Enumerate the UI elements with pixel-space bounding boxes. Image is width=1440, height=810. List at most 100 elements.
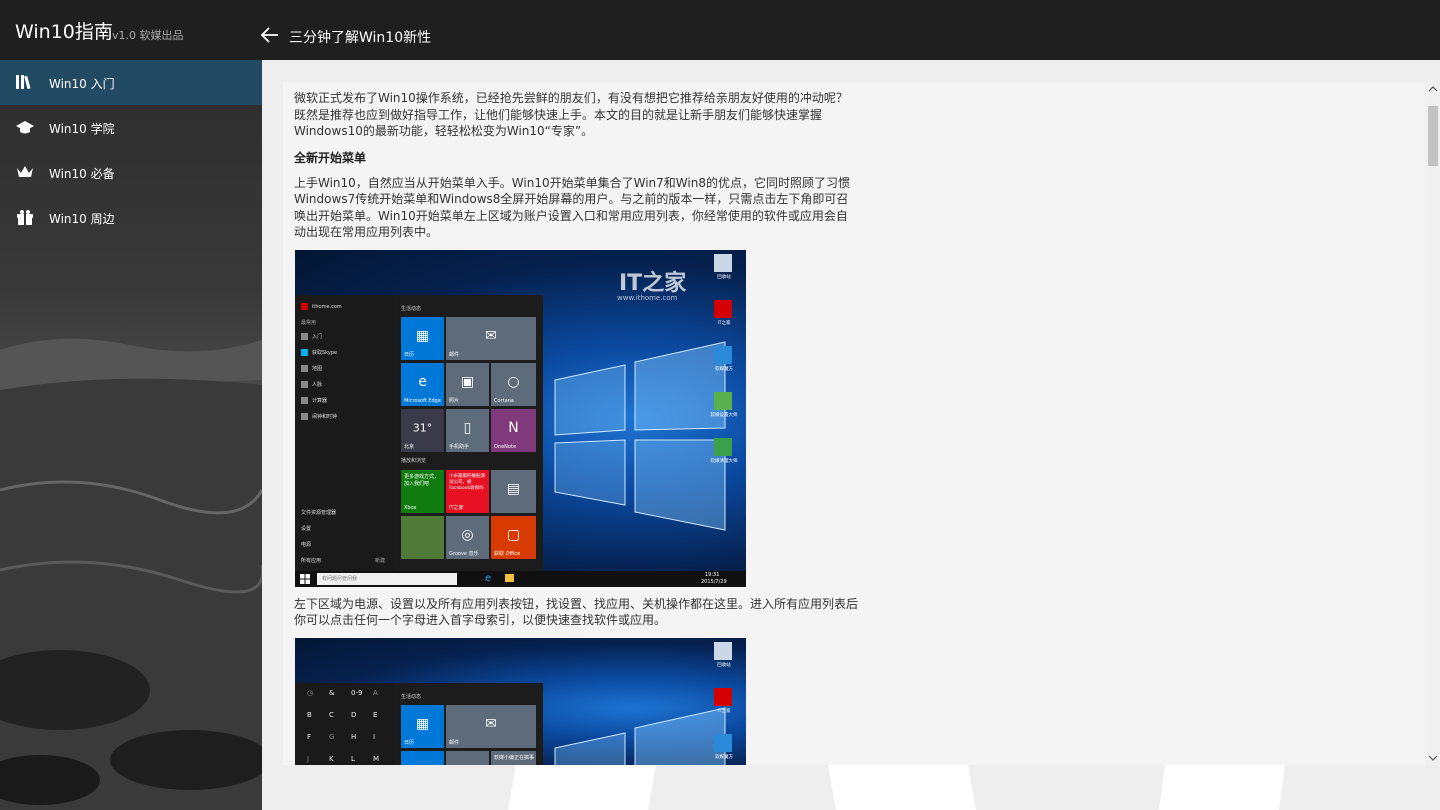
tile-cortana[interactable]: ○ Cortana [491, 362, 536, 406]
power-button[interactable]: 电源 [301, 541, 311, 548]
office-icon: ▢ [506, 526, 521, 543]
sidebar-item-win10-academy[interactable]: Win10 学院 [0, 105, 262, 150]
desktop-icon-label: 回收站 [717, 274, 731, 280]
article-intro: 微软正式发布了Win10操作系统，已经抢先尝鲜的朋友们，有没有想把它推荐给亲朋友… [294, 91, 848, 138]
tile-weather[interactable]: 31° 北京 [401, 408, 444, 452]
article-scrollbar[interactable] [1426, 82, 1440, 765]
tile-film[interactable]: ▤ [491, 469, 536, 513]
arrow-left-icon [260, 27, 278, 43]
live-section-header: 生活动态 [401, 693, 422, 700]
ruanmei-cube-icon[interactable] [714, 733, 732, 752]
tile-calendar[interactable]: ▦ 日历 [401, 316, 444, 360]
gift-icon [17, 210, 33, 225]
sidebar-item-label: Win10 必备 [49, 167, 115, 181]
tile-photos[interactable]: ▣ 照片 [446, 362, 489, 406]
tile-office[interactable]: ▢ 获取 Office [491, 515, 536, 559]
edge-icon: e [418, 373, 427, 390]
file-explorer-button[interactable]: 文件资源管理器 [301, 509, 336, 516]
article-paragraph: 左下区域为电源、设置以及所有应用列表按钮，找设置、找应用、关机操作都在这里。进入… [294, 596, 859, 628]
scroll-up-icon[interactable] [1426, 82, 1440, 96]
letter-index-button[interactable]: F [307, 733, 311, 741]
sidebar-item-label: Win10 学院 [49, 122, 115, 136]
tile-calendar[interactable]: ▦ 日历 [401, 704, 444, 748]
folder-taskbar-icon[interactable] [505, 573, 514, 582]
skype-icon [301, 348, 308, 356]
sidebar: Win10 入门 Win10 学院 Win10 必备 Win10 周边 [0, 60, 262, 810]
letter-index-button[interactable]: G [329, 733, 334, 741]
app-list-item[interactable]: 计算器 [301, 396, 327, 404]
letter-index-button[interactable]: 0-9 [351, 689, 362, 697]
tile-edge[interactable]: e Microsoft Edge [401, 362, 444, 406]
tile-news[interactable]: 软媒小编正在搞事 [491, 750, 536, 765]
cortana-icon: ○ [507, 373, 520, 390]
article-paragraph: 上手Win10，自然应当从开始菜单入手。Win10开始菜单集合了Win7和Win… [294, 175, 850, 240]
windows-logo-graphic [554, 340, 726, 531]
desktop-icon-label: 软媒清理大师 [710, 458, 738, 464]
clock-time: 19:31 [705, 571, 720, 578]
ruanmei-cleaner-icon[interactable] [714, 437, 732, 456]
letter-index-button[interactable]: C [329, 711, 334, 719]
app-list-item[interactable]: 地图 [301, 364, 322, 372]
letter-index-button[interactable]: K [329, 755, 334, 763]
alarm-icon [301, 412, 308, 420]
scroll-down-icon[interactable] [1426, 751, 1440, 765]
letter-index-button[interactable]: ◷ [307, 689, 313, 697]
film-icon: ▤ [506, 480, 521, 497]
scrollbar-thumb[interactable] [1428, 106, 1438, 166]
watermark-logo: IT之家 [619, 270, 687, 296]
letter-index-button[interactable]: J [307, 755, 309, 763]
app-list-item[interactable]: 闹钟和时钟 [301, 412, 337, 420]
ruanmei-settings-icon[interactable] [714, 391, 732, 410]
app-list-item[interactable]: 获取Skype [301, 348, 337, 356]
crown-icon [17, 166, 33, 177]
tile-photos[interactable]: ▣ [446, 750, 489, 765]
weather-temp: 31° [412, 421, 433, 435]
desktop-icon-label: 回收站 [717, 662, 731, 668]
letter-index-button[interactable]: & [329, 689, 334, 697]
start-menu: ithome.com 最常用 入门 获取Skype 地图 人脉 计算器 闹钟和时… [295, 294, 543, 571]
sidebar-item-win10-essentials[interactable]: Win10 必备 [0, 150, 262, 195]
windows-start-icon[interactable] [300, 573, 310, 584]
tile-ithome[interactable]: 小米旗舰的磁贴测试公司，被Facebook收购吗 IT之家 [446, 469, 489, 513]
maps-icon [301, 364, 308, 372]
ithome-app-icon[interactable] [714, 687, 732, 706]
tile-phone-companion[interactable]: ▯ 手机助手 [446, 408, 489, 452]
letter-index-button[interactable]: A [373, 689, 378, 697]
taskbar-search-box[interactable]: 有问题尽管问我 [317, 572, 457, 585]
letter-index-button[interactable]: B [307, 711, 312, 719]
tile-edge[interactable]: e [401, 750, 444, 765]
tile-onenote[interactable]: N OneNote [491, 408, 536, 452]
sidebar-item-win10-intro[interactable]: Win10 入门 [0, 60, 262, 105]
app-icon [301, 332, 308, 340]
letter-index-button[interactable]: I [373, 733, 375, 741]
letter-index-button[interactable]: E [373, 711, 377, 719]
back-button[interactable] [258, 22, 284, 48]
edge-icon: e [418, 762, 427, 765]
letter-index-button[interactable]: M [373, 755, 379, 763]
recycle-bin-icon[interactable] [714, 641, 732, 660]
settings-button[interactable]: 设置 [301, 525, 311, 532]
tile-mail[interactable]: ✉ 邮件 [446, 704, 536, 748]
letter-index-button[interactable]: L [351, 755, 355, 763]
letter-index-button[interactable]: D [351, 711, 356, 719]
ithome-app-icon[interactable] [714, 299, 732, 318]
edge-taskbar-icon[interactable]: e [485, 573, 491, 584]
live-section-header: 生活动态 [401, 305, 422, 312]
tile-game[interactable] [401, 515, 444, 559]
sidebar-item-win10-peripherals[interactable]: Win10 周边 [0, 195, 262, 240]
app-title: Win10指南 [15, 21, 113, 43]
desktop-icon-label: 软媒魔方 [715, 754, 733, 760]
tile-groove[interactable]: ◎ Groove 音乐 [446, 515, 489, 559]
decor-stripe [1158, 765, 1286, 810]
all-apps-button[interactable]: 所有应用 [301, 557, 321, 564]
app-list-item[interactable]: 入门 [301, 332, 322, 340]
recycle-bin-icon[interactable] [714, 253, 732, 272]
tile-mail[interactable]: ✉ 邮件 [446, 316, 536, 360]
tile-xbox[interactable]: 更多游戏方式，加入我们吧 Xbox [401, 469, 444, 513]
mail-icon: ✉ [485, 715, 497, 732]
calculator-icon [301, 396, 308, 404]
letter-index-button[interactable]: H [351, 733, 356, 741]
account-row[interactable]: ithome.com [301, 302, 342, 310]
app-list-item[interactable]: 人脉 [301, 380, 322, 388]
ruanmei-cube-icon[interactable] [714, 345, 732, 364]
